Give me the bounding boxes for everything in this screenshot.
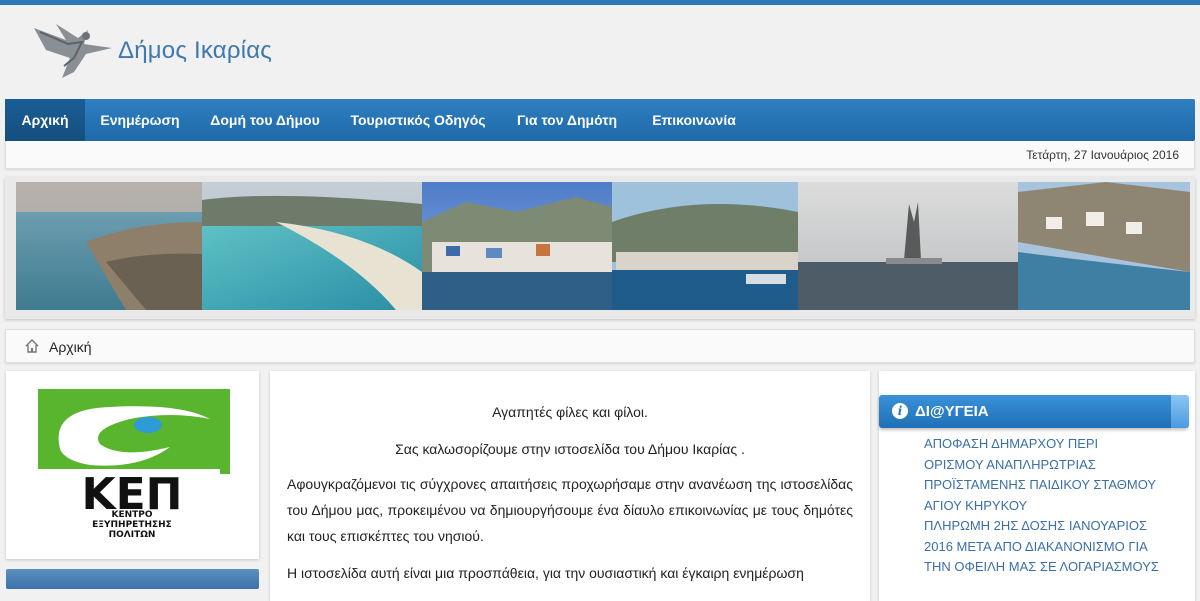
top-accent-bar [0, 0, 1200, 5]
banner [5, 177, 1195, 319]
main-nav: Αρχική Ενημέρωση Δομή του Δήμου Τουριστι… [5, 99, 1195, 141]
welcome-greeting: Αγαπητές φίλες και φίλοι. [492, 404, 648, 420]
diavgeia-header-tail [1171, 395, 1189, 428]
diavgeia-item-line[interactable]: ΑΓΙΟΥ ΚΗΡΥΚΟΥ [924, 496, 1186, 517]
kep-subtitle-line1: ΚΕΝΤΡΟ [111, 510, 152, 520]
diavgeia-item-line[interactable]: ΠΡΟΪΣΤΑΜΕΝΗΣ ΠΑΙΔΙΚΟΥ ΣΤΑΘΜΟΥ [924, 475, 1186, 496]
current-date: Τετάρτη, 27 Ιανουάριος 2016 [1026, 148, 1179, 162]
diavgeia-item-line[interactable]: ΟΡΙΣΜΟΥ ΑΝΑΠΛΗΡΩΤΡΙΑΣ [924, 455, 1186, 476]
welcome-paragraph-2: Η ιστοσελίδα αυτή είναι μια προσπάθεια, … [287, 565, 804, 581]
nav-item-for-citizens[interactable]: Για τον Δημότη [501, 99, 633, 141]
diavgeia-title: ΔΙ@ΥΓΕΙΑ [915, 403, 989, 420]
welcome-paragraph-1: Αφουγκραζόμενοι τις σύγχρονες απαιτήσεις… [287, 476, 853, 544]
date-bar: Τετάρτη, 27 Ιανουάριος 2016 [5, 141, 1195, 169]
nav-item-home[interactable]: Αρχική [5, 99, 85, 141]
diavgeia-list: ΑΠΟΦΑΣΗ ΔΗΜΑΡΧΟΥ ΠΕΡΙ ΟΡΙΣΜΟΥ ΑΝΑΠΛΗΡΩΤΡ… [924, 434, 1186, 578]
kep-subtitle-line3: ΠΟΛΙΤΩΝ [109, 530, 156, 539]
banner-photo-strip [16, 182, 1190, 310]
diavgeia-item-line[interactable]: ΠΛΗΡΩΜΗ 2ΗΣ ΔΟΣΗΣ ΙΑΝΟΥΑΡΙΟΣ [924, 516, 1186, 537]
site-logo[interactable] [26, 18, 118, 84]
nav-item-tourist-guide[interactable]: Τουριστικός Οδηγός [335, 99, 501, 141]
info-icon: i [892, 403, 908, 419]
diavgeia-item-line[interactable]: ΤΗΝ ΟΦΕΙΛΗ ΜΑΣ ΣΕ ΛΟΓΑΡΙΑΣΜΟΥΣ [924, 557, 1186, 578]
nav-item-contact[interactable]: Επικοινωνία [633, 99, 755, 141]
diavgeia-item-line[interactable]: ΑΠΟΦΑΣΗ ΔΗΜΑΡΧΟΥ ΠΕΡΙ [924, 434, 1186, 455]
welcome-article: Αγαπητές φίλες και φίλοι. Σας καλωσορίζο… [270, 371, 870, 601]
diavgeia-module: i ΔΙ@ΥΓΕΙΑ ΑΠΟΦΑΣΗ ΔΗΜΑΡΧΟΥ ΠΕΡΙ ΟΡΙΣΜΟΥ… [879, 371, 1195, 601]
nav-item-news[interactable]: Ενημέρωση [85, 99, 195, 141]
diavgeia-header: i ΔΙ@ΥΓΕΙΑ [879, 395, 1188, 428]
kep-subtitle-line2: ΕΞΥΠΗΡΕΤΗΣΗΣ [92, 520, 172, 530]
site-title[interactable]: Δήμος Ικαρίας [118, 37, 272, 65]
left-module-header [6, 569, 259, 589]
nav-item-municipality-structure[interactable]: Δομή του Δήμου [195, 99, 335, 141]
breadcrumb: Αρχική [5, 329, 1195, 363]
welcome-intro: Σας καλωσορίζουμε στην ιστοσελίδα του Δή… [395, 441, 745, 457]
diavgeia-item-line[interactable]: 2016 ΜΕΤΑ ΑΠΟ ΔΙΑΚΑΝΟΝΙΣΜΟ ΓΙΑ [924, 537, 1186, 558]
breadcrumb-current: Αρχική [49, 339, 92, 355]
home-icon[interactable] [24, 338, 40, 354]
kep-logo[interactable]: ΚΕΠ ΚΕΝΤΡΟ ΕΞΥΠΗΡΕΤΗΣΗΣ ΠΟΛΙΤΩΝ [20, 389, 245, 539]
kep-banner[interactable]: ΚΕΠ ΚΕΝΤΡΟ ΕΞΥΠΗΡΕΤΗΣΗΣ ΠΟΛΙΤΩΝ [6, 371, 259, 559]
